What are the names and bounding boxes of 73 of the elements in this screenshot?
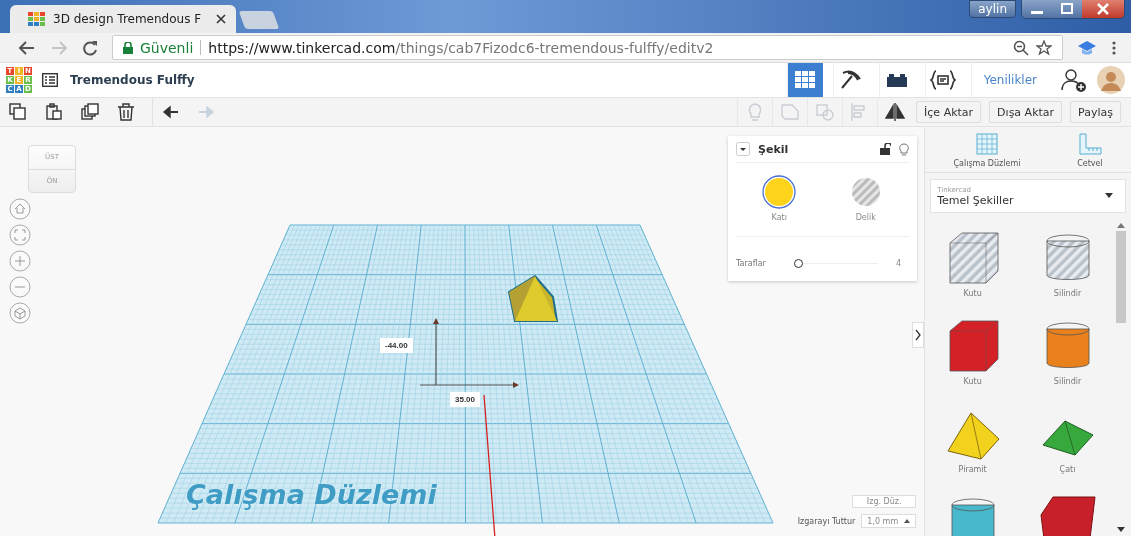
avatar-icon[interactable] bbox=[1097, 66, 1125, 94]
snap-grid-select[interactable]: 1,0 mm bbox=[861, 514, 917, 528]
bulb-icon[interactable] bbox=[899, 142, 909, 156]
grid-view-button[interactable] bbox=[786, 63, 823, 97]
workplane-button[interactable]: Çalışma Düzlemi bbox=[953, 133, 1021, 168]
minimize-icon[interactable] bbox=[1022, 0, 1052, 18]
scrollbar-thumb[interactable] bbox=[1116, 231, 1126, 323]
box-shape-item[interactable]: Kutu bbox=[925, 317, 1021, 405]
brick-icon bbox=[886, 72, 909, 88]
ruler-button[interactable]: Cetvel bbox=[1077, 133, 1103, 168]
snap-grid-label: Izgarayı Tuttur bbox=[797, 516, 856, 526]
project-title: Tremendous Fulffy bbox=[70, 73, 195, 87]
group-icon bbox=[779, 102, 802, 122]
sides-label: Taraflar bbox=[736, 258, 767, 268]
pickaxe-icon bbox=[840, 70, 863, 90]
new-tab-button[interactable] bbox=[238, 11, 280, 29]
ungroup-icon bbox=[814, 102, 837, 122]
slider-thumb[interactable] bbox=[794, 258, 803, 268]
roof-shape-item[interactable]: Çatı bbox=[1020, 405, 1115, 493]
edit-grid-button[interactable]: Izg. Düz. bbox=[852, 495, 917, 508]
paste-icon bbox=[45, 103, 63, 121]
chevron-right-icon[interactable] bbox=[912, 322, 925, 348]
scroll-down-icon[interactable] bbox=[1117, 527, 1125, 532]
grid-plane-icon bbox=[975, 133, 999, 155]
address-field[interactable]: Güvenli https://www.tinkercad.com/things/cab7Fizodc6-tremendous-fulffy/editv2 bbox=[112, 35, 1063, 60]
pyramid-shape-item[interactable]: Piramit bbox=[925, 405, 1021, 493]
type-label: Katı bbox=[771, 213, 787, 222]
close-icon[interactable] bbox=[216, 14, 226, 24]
close-icon[interactable] bbox=[1082, 0, 1124, 18]
collapse-caret-icon[interactable] bbox=[736, 142, 750, 156]
news-link[interactable]: Yenilikler bbox=[970, 63, 1049, 97]
inspector-title: Şekil bbox=[758, 142, 789, 156]
scroll-up-icon[interactable] bbox=[1117, 223, 1125, 228]
code-braces-icon bbox=[930, 70, 957, 90]
mirror-icon bbox=[884, 102, 907, 122]
back-icon[interactable] bbox=[18, 39, 36, 56]
duplicate-icon bbox=[81, 103, 99, 121]
redo-icon bbox=[197, 103, 215, 121]
lock-icon bbox=[123, 41, 133, 54]
browser-tab[interactable]: 3D design Tremendous F bbox=[10, 5, 236, 33]
dimension-label[interactable]: -44.00 bbox=[380, 338, 413, 353]
box-shape-item[interactable]: Kutu bbox=[925, 229, 1021, 317]
copy-icon bbox=[9, 103, 27, 121]
zoom-out-icon[interactable] bbox=[1013, 39, 1029, 56]
reload-icon[interactable] bbox=[82, 39, 98, 56]
pyramid-shape[interactable] bbox=[507, 274, 559, 322]
solid-color-swatch[interactable] bbox=[762, 175, 797, 209]
cylinder-shape-item[interactable]: Silindir bbox=[1020, 229, 1115, 317]
sides-value: 4 bbox=[895, 258, 901, 268]
delete-icon bbox=[117, 103, 135, 121]
dimension-label[interactable]: 35.00 bbox=[450, 392, 481, 407]
export-button[interactable]: Dışa Aktar bbox=[989, 101, 1063, 123]
graduation-cap-icon[interactable] bbox=[1077, 39, 1097, 56]
grid-icon bbox=[795, 71, 816, 89]
share-button[interactable]: Paylaş bbox=[1070, 101, 1121, 123]
workplane-label: Çalışma Düzlemi bbox=[186, 479, 437, 510]
star-icon[interactable] bbox=[1036, 39, 1052, 56]
list-icon[interactable] bbox=[42, 73, 58, 87]
maximize-icon[interactable] bbox=[1052, 0, 1082, 18]
cylinder-shape-item[interactable]: Silindir bbox=[1020, 317, 1115, 405]
user-button[interactable]: aylin bbox=[969, 0, 1016, 18]
caret-icon bbox=[904, 519, 911, 523]
ruler-icon bbox=[1077, 133, 1102, 155]
undo-icon bbox=[161, 103, 180, 121]
menu-icon[interactable] bbox=[1111, 39, 1117, 56]
y-dimension-arrow bbox=[433, 318, 439, 386]
import-button[interactable]: İçe Aktar bbox=[916, 101, 982, 123]
favicon-icon bbox=[28, 12, 45, 26]
text-shape-icon bbox=[1038, 493, 1097, 536]
unlock-icon[interactable] bbox=[879, 143, 891, 155]
caret-icon bbox=[1105, 193, 1113, 198]
add-user-icon[interactable] bbox=[1061, 68, 1087, 92]
type-label: Delik bbox=[855, 213, 876, 222]
